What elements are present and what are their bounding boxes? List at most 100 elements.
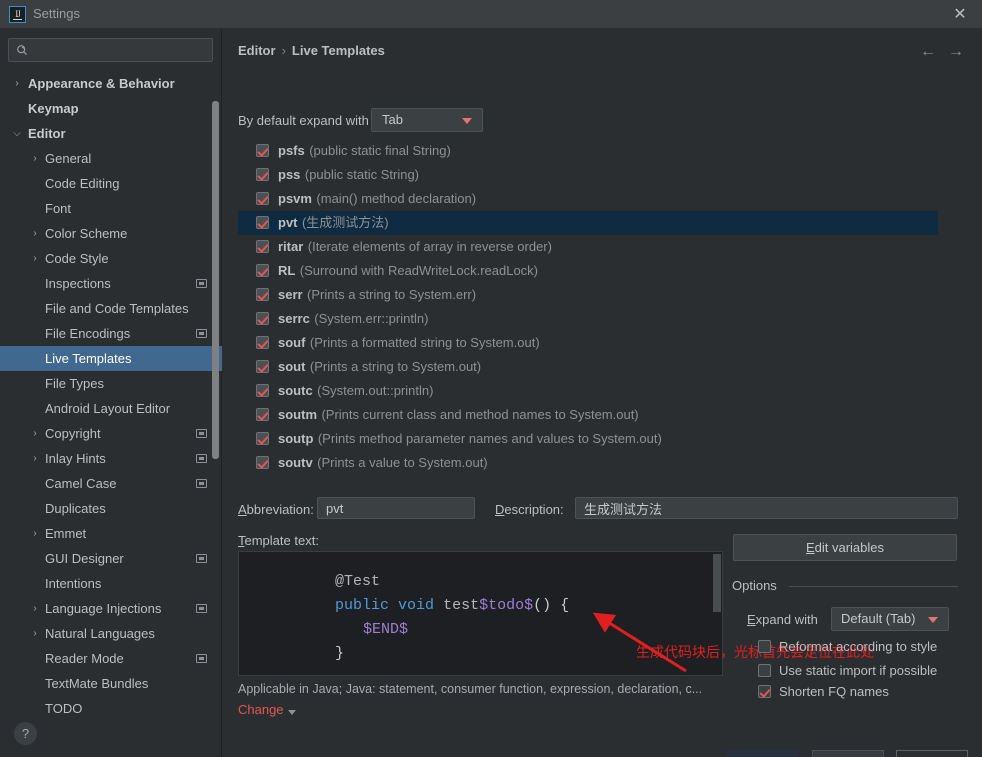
sidebar-item-inspections[interactable]: Inspections bbox=[0, 271, 222, 296]
table-row[interactable]: soutv (Prints a value to System.out) bbox=[238, 451, 938, 471]
checkbox[interactable] bbox=[256, 240, 269, 253]
sidebar-item-copyright[interactable]: › Copyright bbox=[0, 421, 222, 446]
chevron-right-icon[interactable]: › bbox=[28, 621, 42, 646]
description-input[interactable] bbox=[582, 498, 952, 518]
edit-variables-button[interactable]: Edit variables bbox=[733, 534, 957, 561]
chevron-right-icon[interactable]: › bbox=[10, 71, 24, 96]
sidebar-item-language-injections[interactable]: › Language Injections bbox=[0, 596, 222, 621]
checkbox[interactable] bbox=[256, 144, 269, 157]
apply-button[interactable]: Apply bbox=[896, 750, 968, 757]
checkbox[interactable] bbox=[256, 360, 269, 373]
checkbox[interactable] bbox=[256, 384, 269, 397]
window-title: Settings bbox=[33, 6, 80, 21]
chevron-right-icon[interactable]: › bbox=[28, 221, 42, 246]
sidebar-item-gui-designer[interactable]: GUI Designer bbox=[0, 546, 222, 571]
sidebar-item-code-editing[interactable]: Code Editing bbox=[0, 171, 222, 196]
sidebar-item-emmet[interactable]: › Emmet bbox=[0, 521, 222, 546]
sidebar-item-font[interactable]: Font bbox=[0, 196, 222, 221]
checkbox[interactable] bbox=[256, 432, 269, 445]
sidebar-item-keymap[interactable]: Keymap bbox=[0, 96, 222, 121]
checkbox[interactable] bbox=[256, 216, 269, 229]
table-row[interactable]: RL (Surround with ReadWriteLock.readLock… bbox=[238, 259, 938, 283]
abbreviation-input[interactable] bbox=[324, 498, 469, 518]
close-icon[interactable]: ✕ bbox=[950, 5, 970, 25]
table-row[interactable]: soutc (System.out::println) bbox=[238, 379, 938, 403]
sidebar-item-duplicates[interactable]: Duplicates bbox=[0, 496, 222, 521]
chevron-right-icon[interactable]: › bbox=[28, 596, 42, 621]
live-templates-list[interactable]: psfs (public static final String) pss (pu… bbox=[238, 139, 938, 471]
sidebar-item-code-style[interactable]: › Code Style bbox=[0, 246, 222, 271]
checkbox[interactable] bbox=[256, 408, 269, 421]
sidebar-item-file-and-code-templates[interactable]: File and Code Templates bbox=[0, 296, 222, 321]
sidebar-item-live-templates[interactable]: Live Templates bbox=[0, 346, 222, 371]
checkbox[interactable] bbox=[256, 264, 269, 277]
chevron-right-icon[interactable]: › bbox=[28, 246, 42, 271]
table-row[interactable]: pss (public static String) bbox=[238, 163, 938, 187]
template-abbreviation: soutp bbox=[278, 431, 314, 446]
change-link[interactable]: Change bbox=[238, 702, 284, 717]
chevron-down-icon[interactable] bbox=[288, 710, 296, 715]
table-row[interactable]: souf (Prints a formatted string to Syste… bbox=[238, 331, 938, 355]
chevron-right-icon[interactable]: › bbox=[28, 421, 42, 446]
sidebar-item-appearance-behavior[interactable]: › Appearance & Behavior bbox=[0, 71, 222, 96]
table-row[interactable]: serrc (System.err::println) bbox=[238, 307, 938, 331]
table-row[interactable]: soutp (Prints method parameter names and… bbox=[238, 427, 938, 451]
checkbox[interactable] bbox=[758, 685, 771, 698]
default-expand-dropdown[interactable]: Tab bbox=[371, 108, 483, 132]
ok-button[interactable]: OK bbox=[727, 750, 799, 757]
table-row[interactable]: soutm (Prints current class and method n… bbox=[238, 403, 938, 427]
table-row[interactable]: ritar (Iterate elements of array in reve… bbox=[238, 235, 938, 259]
sidebar-item-natural-languages[interactable]: › Natural Languages bbox=[0, 621, 222, 646]
sidebar-item-textmate-bundles[interactable]: TextMate Bundles bbox=[0, 671, 222, 696]
table-row[interactable]: psvm (main() method declaration) bbox=[238, 187, 938, 211]
arrow-right-icon[interactable]: → bbox=[945, 43, 967, 63]
checkbox[interactable] bbox=[256, 336, 269, 349]
checkbox[interactable] bbox=[758, 664, 771, 677]
sidebar-item-editor[interactable]: ⌵ Editor bbox=[0, 121, 222, 146]
sidebar-item-file-types[interactable]: File Types bbox=[0, 371, 222, 396]
editor-scrollbar-thumb[interactable] bbox=[713, 554, 721, 612]
sidebar-item-camel-case[interactable]: Camel Case bbox=[0, 471, 222, 496]
template-text-label-rest: emplate text: bbox=[244, 533, 319, 548]
applicable-context-text: Applicable in Java; Java: statement, con… bbox=[238, 682, 703, 696]
breadcrumb-parent[interactable]: Editor bbox=[238, 43, 276, 58]
sidebar-item-label: File and Code Templates bbox=[45, 301, 189, 316]
table-row[interactable]: serr (Prints a string to System.err) bbox=[238, 283, 938, 307]
chevron-right-icon[interactable]: › bbox=[28, 521, 42, 546]
sidebar-scrollbar[interactable] bbox=[212, 101, 219, 459]
checkbox[interactable] bbox=[256, 288, 269, 301]
search-box[interactable] bbox=[8, 38, 213, 62]
cancel-button[interactable]: Cancel bbox=[812, 750, 884, 757]
sidebar-item-todo[interactable]: TODO bbox=[0, 696, 222, 721]
description-label-rest: escription: bbox=[504, 502, 564, 517]
sidebar-item-intentions[interactable]: Intentions bbox=[0, 571, 222, 596]
table-row[interactable]: pvt (生成测试方法) bbox=[238, 211, 938, 235]
sidebar-item-color-scheme[interactable]: › Color Scheme bbox=[0, 221, 222, 246]
sidebar-item-file-encodings[interactable]: File Encodings bbox=[0, 321, 222, 346]
sidebar-item-label: Editor bbox=[28, 126, 66, 141]
search-input[interactable] bbox=[35, 39, 207, 61]
chevron-down-icon[interactable]: ⌵ bbox=[10, 121, 24, 146]
chevron-right-icon[interactable]: › bbox=[28, 446, 42, 471]
sidebar-item-android-layout-editor[interactable]: Android Layout Editor bbox=[0, 396, 222, 421]
help-button[interactable]: ? bbox=[14, 722, 37, 745]
description-field[interactable] bbox=[575, 497, 958, 519]
sidebar-item-general[interactable]: › General bbox=[0, 146, 222, 171]
checkbox[interactable] bbox=[758, 640, 771, 653]
checkbox[interactable] bbox=[256, 312, 269, 325]
checkbox[interactable] bbox=[256, 168, 269, 181]
expand-with-dropdown[interactable]: Default (Tab) bbox=[831, 607, 949, 631]
chevron-right-icon[interactable]: › bbox=[28, 146, 42, 171]
sidebar-item-reader-mode[interactable]: Reader Mode bbox=[0, 646, 222, 671]
abbreviation-field[interactable] bbox=[317, 497, 475, 519]
checkbox[interactable] bbox=[256, 456, 269, 469]
edit-variables-label-rest: dit variables bbox=[814, 540, 885, 555]
settings-sidebar: › Appearance & Behavior Keymap ⌵ Editor › Gene… bbox=[0, 29, 222, 757]
checkbox[interactable] bbox=[256, 192, 269, 205]
table-row[interactable]: psfs (public static final String) bbox=[238, 139, 938, 163]
sidebar-item-inlay-hints[interactable]: › Inlay Hints bbox=[0, 446, 222, 471]
table-row[interactable]: sout (Prints a string to System.out) bbox=[238, 355, 938, 379]
arrow-left-icon[interactable]: ← bbox=[917, 43, 939, 63]
